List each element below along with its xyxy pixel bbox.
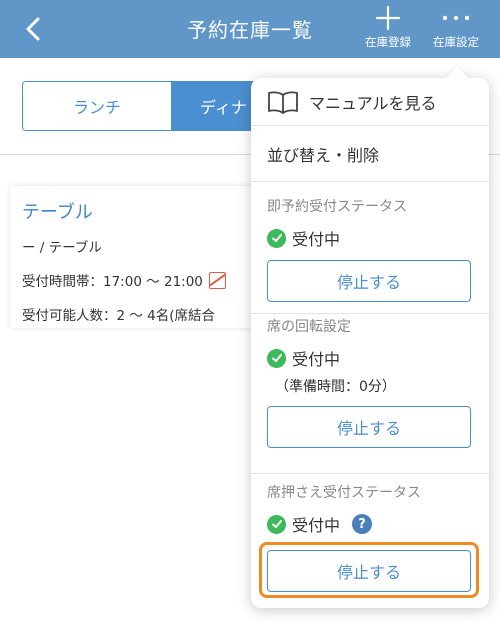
- seat-rotation-status: 受付中: [267, 346, 473, 370]
- rotation-status-text: 受付中: [292, 350, 341, 369]
- check-circle-icon: [267, 514, 286, 534]
- help-icon[interactable]: ?: [352, 514, 373, 534]
- seat-hold-status: 受付中 ?: [267, 512, 473, 536]
- highlight-outline: [259, 542, 479, 598]
- card-seat-type: ー / テーブル: [22, 240, 102, 256]
- stock-register-label: 在庫登録: [365, 35, 411, 49]
- no-smoking-icon: [208, 271, 226, 289]
- stock-register-button[interactable]: 在庫登録: [356, 2, 420, 56]
- check-circle-icon: [267, 348, 286, 368]
- instant-status-text: 受付中: [292, 230, 341, 249]
- book-icon: [267, 90, 299, 114]
- seat-hold-heading: 席押さえ受付ステータス: [267, 485, 421, 501]
- instant-reservation-status: 受付中: [267, 226, 473, 250]
- stock-settings-button[interactable]: 在庫設定: [424, 2, 488, 56]
- rotation-stop-button[interactable]: 停止する: [267, 406, 471, 448]
- card-time-text: 受付時間帯：17:00 〜 21:00: [22, 274, 203, 290]
- tab-lunch[interactable]: ランチ: [23, 82, 172, 130]
- sort-delete-menu-item[interactable]: 並び替え・削除: [251, 127, 489, 182]
- more-icon: [442, 15, 470, 21]
- check-circle-icon: [267, 228, 286, 248]
- card-time-range: 受付時間帯：17:00 〜 21:00: [22, 270, 288, 290]
- instant-reservation-section: 即予約受付ステータス 受付中 停止する: [251, 196, 489, 314]
- instant-reservation-heading: 即予約受付ステータス: [267, 199, 407, 215]
- manual-menu-item[interactable]: マニュアルを見る: [251, 78, 489, 126]
- card-title[interactable]: テーブル: [22, 198, 288, 224]
- seat-rotation-heading: 席の回転設定: [267, 319, 351, 335]
- plus-icon: [375, 5, 401, 31]
- stock-settings-label: 在庫設定: [433, 35, 479, 49]
- seat-rotation-section: 席の回転設定 受付中 （準備時間：0分） 停止する: [251, 316, 489, 474]
- manual-label: マニュアルを見る: [309, 93, 437, 113]
- instant-stop-button[interactable]: 停止する: [267, 260, 471, 302]
- hold-status-text: 受付中: [292, 516, 341, 535]
- prep-time-text: （準備時間：0分）: [275, 379, 396, 395]
- card-capacity: 受付可能人数：2 〜 4名(席結合: [22, 308, 216, 324]
- top-nav-bar: 予約在庫一覧 在庫登録 在庫設定: [0, 0, 500, 58]
- settings-dropdown: マニュアルを見る 並び替え・削除 即予約受付ステータス 受付中 停止する 席の回…: [251, 66, 489, 608]
